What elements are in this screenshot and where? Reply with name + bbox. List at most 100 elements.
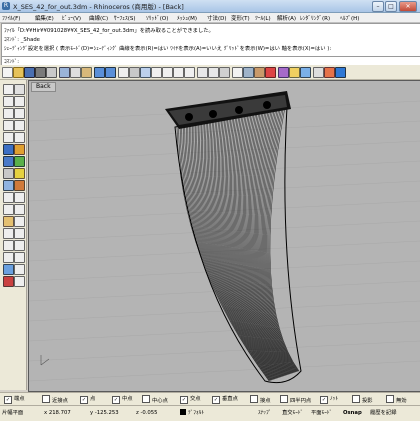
menu-help[interactable]: ﾍﾙﾌﾟ(H): [340, 14, 359, 22]
status-snap[interactable]: ｽﾅｯﾌﾟ: [258, 409, 271, 417]
curve-icon[interactable]: [14, 96, 25, 107]
move-icon[interactable]: [3, 216, 14, 227]
polygon-icon[interactable]: [14, 120, 25, 131]
rhino-app-icon[interactable]: R: [2, 2, 10, 10]
rendered-icon[interactable]: [254, 67, 265, 78]
dimension-icon[interactable]: [3, 252, 14, 263]
status-layer[interactable]: ﾃﾞﾌｫﾙﾄ: [180, 409, 204, 417]
rectangle-icon[interactable]: [3, 120, 14, 131]
split-icon[interactable]: [14, 192, 25, 203]
point-icon[interactable]: [14, 84, 25, 95]
rotate-icon[interactable]: [3, 228, 14, 239]
scale-icon[interactable]: [14, 228, 25, 239]
ellipse-icon[interactable]: [3, 132, 14, 143]
viewport-back[interactable]: Back: [28, 80, 420, 392]
osnap-knot[interactable]: ✓ ﾉｯﾄ: [320, 395, 338, 404]
menu-transform[interactable]: 変形(T): [231, 14, 250, 22]
menu-file[interactable]: ﾌｧｲﾙ(F): [2, 14, 20, 22]
menu-analyze[interactable]: 解析(A): [277, 14, 296, 22]
box-icon[interactable]: [14, 144, 25, 155]
osnap-project[interactable]: 投影: [352, 395, 373, 404]
extrude-icon[interactable]: [14, 168, 25, 179]
osnap-center[interactable]: 中心点: [142, 395, 168, 404]
menu-dimension[interactable]: 寸法(D): [207, 14, 227, 22]
new-file-icon[interactable]: [2, 67, 13, 78]
checkbox[interactable]: ✓: [180, 396, 188, 404]
menu-tools[interactable]: ﾂｰﾙ(L): [255, 14, 271, 22]
cut-icon[interactable]: [59, 67, 70, 78]
menu-curve[interactable]: 曲線(C): [89, 14, 108, 22]
select-arrow-icon[interactable]: [118, 67, 129, 78]
checkbox[interactable]: ✓: [212, 396, 220, 404]
shaded-icon[interactable]: [243, 67, 254, 78]
osnap-point[interactable]: ✓ 点: [80, 395, 95, 404]
checkbox[interactable]: [250, 395, 258, 403]
analyze-icon[interactable]: [14, 252, 25, 263]
status-ortho[interactable]: 直交ﾓｰﾄﾞ: [282, 409, 303, 417]
sphere-icon[interactable]: [3, 156, 14, 167]
save-icon[interactable]: [24, 67, 35, 78]
minimize-button[interactable]: –: [372, 1, 384, 12]
osnap-intersection[interactable]: ✓ 交点: [180, 395, 201, 404]
wireframe-icon[interactable]: [232, 67, 243, 78]
text-icon[interactable]: [14, 132, 25, 143]
menu-mesh[interactable]: ﾒｯｼｭ(M): [177, 14, 197, 22]
circle-icon[interactable]: [3, 108, 14, 119]
osnap-perpendicular[interactable]: ✓ 垂直点: [212, 395, 238, 404]
surface-icon[interactable]: [3, 144, 14, 155]
command-history[interactable]: ﾌｧｲﾙ「D:¥¥Hir¥¥091028¥¥X_SES_42_for_out.3…: [1, 23, 420, 57]
explode-icon[interactable]: [14, 204, 25, 215]
zoom-window-icon[interactable]: [162, 67, 173, 78]
paste-icon[interactable]: [81, 67, 92, 78]
undo-icon[interactable]: [94, 67, 105, 78]
redo-icon[interactable]: [105, 67, 116, 78]
polyline-icon[interactable]: [3, 96, 14, 107]
array-icon[interactable]: [14, 240, 25, 251]
group-icon[interactable]: [3, 264, 14, 275]
rotate-view-icon[interactable]: [140, 67, 151, 78]
print-icon[interactable]: [35, 67, 46, 78]
checkbox[interactable]: ✓: [320, 396, 328, 404]
trim-icon[interactable]: [3, 192, 14, 203]
osnap-disable[interactable]: 無効: [386, 395, 407, 404]
light-icon[interactable]: [289, 67, 300, 78]
osnap-near[interactable]: 近接点: [42, 395, 68, 404]
viewport-single-icon[interactable]: [197, 67, 208, 78]
loft-icon[interactable]: [3, 180, 14, 191]
checkbox[interactable]: ✓: [4, 396, 12, 404]
copy-icon[interactable]: [70, 67, 81, 78]
zoom-extents-icon[interactable]: [173, 67, 184, 78]
checkbox[interactable]: [42, 395, 50, 403]
menu-edit[interactable]: 編集(E): [35, 14, 54, 22]
osnap-quadrant[interactable]: 四半円点: [280, 395, 311, 404]
material-icon[interactable]: [324, 67, 335, 78]
pan-hand-icon[interactable]: [129, 67, 140, 78]
osnap-mid[interactable]: ✓ 中点: [112, 395, 133, 404]
copy-tool-icon[interactable]: [14, 216, 25, 227]
checkbox[interactable]: [386, 395, 394, 403]
cylinder-icon[interactable]: [14, 156, 25, 167]
osnap-tangent[interactable]: 接点: [250, 395, 271, 404]
status-osnap[interactable]: Osnap: [343, 409, 362, 417]
checkbox[interactable]: ✓: [80, 396, 88, 404]
mesh-icon[interactable]: [3, 168, 14, 179]
fillet-icon[interactable]: [14, 180, 25, 191]
hide-icon[interactable]: [14, 264, 25, 275]
layer-icon[interactable]: [278, 67, 289, 78]
menu-render[interactable]: ﾚﾝﾀﾞﾘﾝｸﾞ(R): [300, 14, 330, 22]
lock-icon[interactable]: [3, 276, 14, 287]
status-record-history[interactable]: 履歴を記録: [370, 409, 397, 417]
zoom-icon[interactable]: [151, 67, 162, 78]
arc-icon[interactable]: [14, 108, 25, 119]
status-cplane[interactable]: 片幅平面: [2, 409, 23, 417]
select-icon[interactable]: [3, 84, 14, 95]
maximize-button[interactable]: □: [385, 1, 397, 12]
close-button[interactable]: ✕: [399, 1, 417, 12]
status-planar[interactable]: 平面ﾓｰﾄﾞ: [311, 409, 332, 417]
join-icon[interactable]: [3, 204, 14, 215]
menu-solid[interactable]: ｿﾘｯﾄﾞ(O): [146, 14, 168, 22]
render-icon[interactable]: [265, 67, 276, 78]
osnap-end[interactable]: ✓ 端点: [4, 395, 25, 404]
checkbox[interactable]: [280, 395, 288, 403]
checkbox[interactable]: [142, 395, 150, 403]
